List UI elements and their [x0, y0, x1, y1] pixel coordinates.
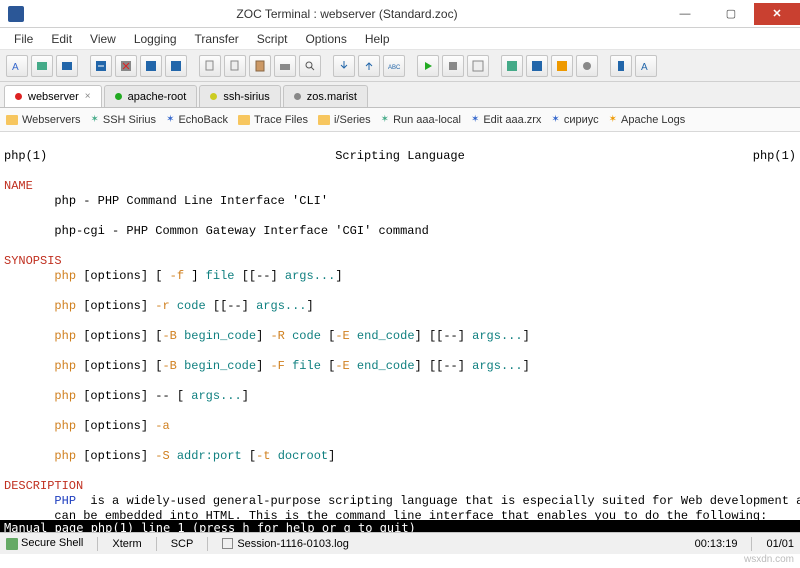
tab-label: apache-root	[128, 91, 187, 103]
tab-label: ssh-sirius	[223, 91, 269, 103]
star-icon: ✶	[471, 114, 479, 125]
tb-history[interactable]	[165, 55, 187, 77]
titlebar: ZOC Terminal : webserver (Standard.zoc) …	[0, 0, 800, 28]
bm-webservers[interactable]: Webservers	[6, 114, 80, 126]
tab-zos-marist[interactable]: zos.marist	[283, 85, 368, 107]
star-icon: ✶	[90, 114, 98, 125]
star-icon: ✶	[381, 114, 389, 125]
tb-print[interactable]	[274, 55, 296, 77]
menu-options[interactable]: Options	[297, 30, 354, 48]
tb-open[interactable]	[56, 55, 78, 77]
folder-icon	[318, 115, 330, 125]
maximize-button[interactable]: ▢	[708, 3, 754, 25]
tab-apache-root[interactable]: apache-root	[104, 85, 198, 107]
man-header-center: Scripting Language	[335, 149, 465, 164]
tab-webserver[interactable]: webserver ×	[4, 85, 102, 107]
close-button[interactable]: ✕	[754, 3, 800, 25]
minimize-button[interactable]: —	[662, 3, 708, 25]
menu-help[interactable]: Help	[357, 30, 398, 48]
tb-new[interactable]	[31, 55, 53, 77]
bm-sirius-ru[interactable]: ✶сириус	[551, 114, 598, 126]
menubar: File Edit View Logging Transfer Script O…	[0, 28, 800, 50]
watermark: wsxdn.com	[0, 554, 800, 568]
app-icon	[8, 6, 24, 22]
tab-dot-icon	[294, 93, 301, 100]
tb-tool1[interactable]	[610, 55, 632, 77]
checkbox-icon[interactable]	[222, 538, 233, 549]
menu-script[interactable]: Script	[249, 30, 296, 48]
shell-icon	[6, 538, 18, 550]
svg-text:A: A	[12, 62, 19, 73]
tb-opt1[interactable]	[501, 55, 523, 77]
tab-close-icon[interactable]: ×	[85, 91, 91, 102]
bm-run-aaa[interactable]: ✶Run aaa-local	[381, 114, 461, 126]
tb-clipboard[interactable]	[249, 55, 271, 77]
section-name: NAME	[4, 179, 33, 193]
toolbar: A ABC A	[0, 50, 800, 82]
statusbar: Secure Shell Xterm SCP Session-1116-0103…	[0, 532, 800, 554]
menu-transfer[interactable]: Transfer	[187, 30, 247, 48]
status-protocol: SCP	[171, 538, 194, 550]
man-header-right: php(1)	[753, 149, 796, 164]
tb-settings[interactable]	[576, 55, 598, 77]
tb-play[interactable]	[417, 55, 439, 77]
tb-upload[interactable]	[358, 55, 380, 77]
tb-search[interactable]	[299, 55, 321, 77]
tb-download[interactable]	[333, 55, 355, 77]
star-icon: ✶	[166, 114, 174, 125]
tab-ssh-sirius[interactable]: ssh-sirius	[199, 85, 280, 107]
menu-edit[interactable]: Edit	[43, 30, 80, 48]
tb-copy[interactable]	[199, 55, 221, 77]
tab-label: zos.marist	[307, 91, 357, 103]
bm-ssh-sirius[interactable]: ✶SSH Sirius	[90, 114, 156, 126]
tb-disconnect[interactable]	[115, 55, 137, 77]
bm-edit-aaa[interactable]: ✶Edit aaa.zrx	[471, 114, 541, 126]
tb-edit[interactable]	[467, 55, 489, 77]
section-description: DESCRIPTION	[4, 479, 83, 493]
folder-icon	[238, 115, 250, 125]
status-page: 01/01	[766, 538, 794, 550]
menu-view[interactable]: View	[82, 30, 124, 48]
bookmark-bar: Webservers ✶SSH Sirius ✶EchoBack Trace F…	[0, 108, 800, 132]
tb-opt2[interactable]	[526, 55, 548, 77]
tb-stop[interactable]	[442, 55, 464, 77]
tb-paste[interactable]	[224, 55, 246, 77]
menu-logging[interactable]: Logging	[126, 30, 185, 48]
status-term: Xterm	[112, 538, 141, 550]
man-header-left: php(1)	[4, 149, 47, 164]
folder-icon	[6, 115, 18, 125]
svg-text:A: A	[641, 62, 648, 73]
tab-label: webserver	[28, 91, 79, 103]
tb-opt3[interactable]	[551, 55, 573, 77]
menu-file[interactable]: File	[6, 30, 41, 48]
window-title: ZOC Terminal : webserver (Standard.zoc)	[32, 7, 662, 21]
star-icon: ✶	[551, 114, 559, 125]
bm-apache-logs[interactable]: ✶Apache Logs	[609, 114, 686, 126]
tab-dot-icon	[210, 93, 217, 100]
tb-tool2[interactable]: A	[635, 55, 657, 77]
tab-dot-icon	[15, 93, 22, 100]
bm-iseries[interactable]: i/Series	[318, 114, 371, 126]
tb-session[interactable]	[140, 55, 162, 77]
tab-dot-icon	[115, 93, 122, 100]
bm-trace-files[interactable]: Trace Files	[238, 114, 308, 126]
section-synopsis: SYNOPSIS	[4, 254, 62, 268]
svg-text:ABC: ABC	[388, 65, 401, 71]
tb-font[interactable]: A	[6, 55, 28, 77]
bm-echoback[interactable]: ✶EchoBack	[166, 114, 228, 126]
status-shell: Secure Shell	[6, 537, 83, 549]
tabbar: webserver × apache-root ssh-sirius zos.ma…	[0, 82, 800, 108]
tb-abc[interactable]: ABC	[383, 55, 405, 77]
status-time: 00:13:19	[695, 538, 738, 550]
tb-connect[interactable]	[90, 55, 112, 77]
status-log[interactable]: Session-1116-0103.log	[222, 538, 349, 550]
star-icon: ✶	[609, 114, 617, 125]
terminal[interactable]: php(1)Scripting Languagephp(1) NAME php …	[0, 132, 800, 520]
